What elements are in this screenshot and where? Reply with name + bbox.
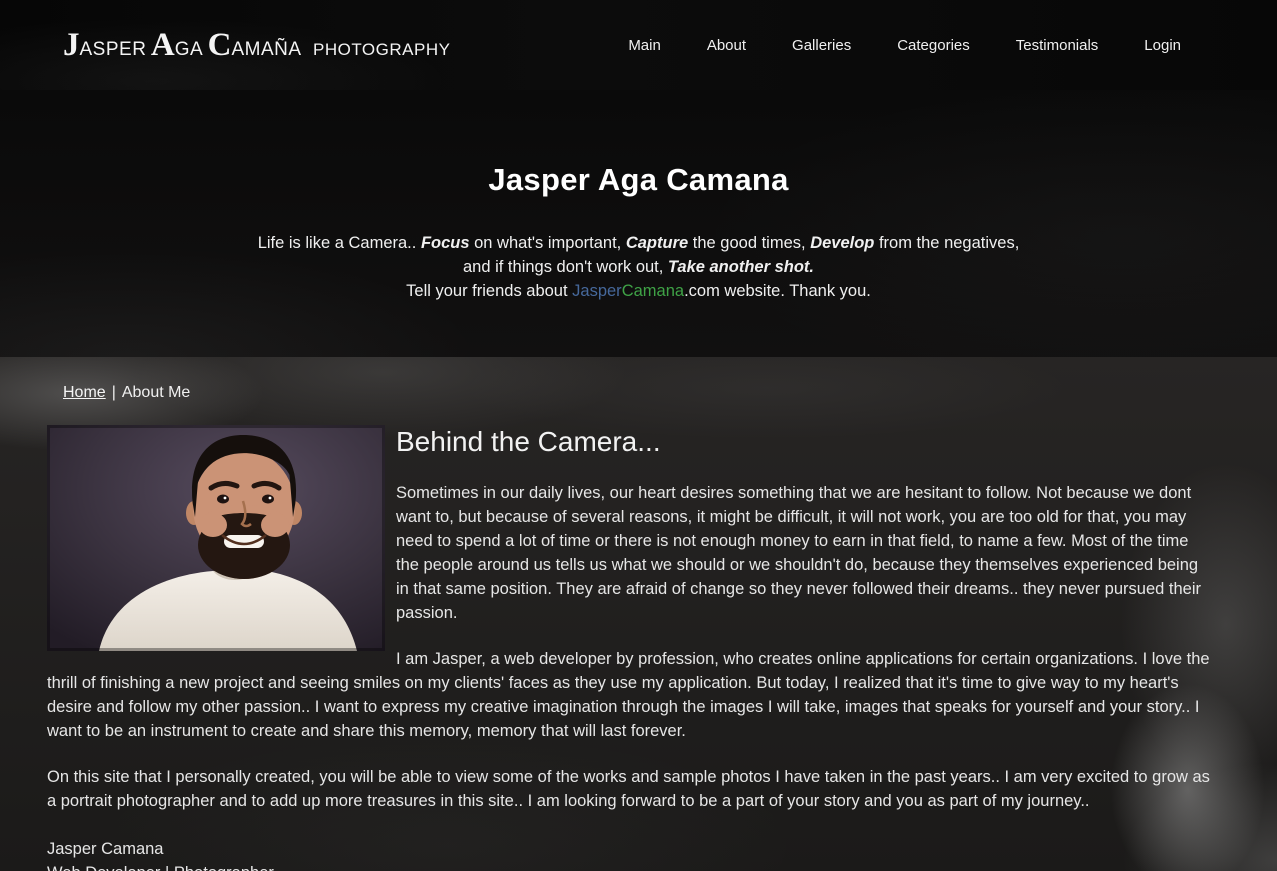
tagline-capture: Capture bbox=[626, 234, 688, 252]
nav-link-testimonials[interactable]: Testimonials bbox=[1016, 37, 1099, 54]
tagline-text: Life is like a Camera.. bbox=[258, 234, 421, 252]
nav-link-galleries[interactable]: Galleries bbox=[792, 37, 851, 54]
logo-initial-c: C bbox=[208, 27, 232, 63]
tagline-focus: Focus bbox=[421, 234, 470, 252]
logo-text-amana: AMAÑA bbox=[231, 39, 301, 60]
logo-text-asper: ASPER bbox=[80, 39, 147, 60]
site-link-jasper[interactable]: Jasper bbox=[572, 282, 622, 300]
share-text-prefix: Tell your friends about bbox=[406, 282, 572, 300]
portrait-photo bbox=[47, 425, 385, 651]
hero-section: Jasper Aga Camana Life is like a Camera.… bbox=[0, 90, 1277, 357]
hero-share-line: Tell your friends about JasperCamana.com… bbox=[0, 279, 1277, 303]
site-logo[interactable]: JASPER AGA CAMAÑA PHOTOGRAPHY bbox=[63, 27, 450, 64]
tagline-develop: Develop bbox=[810, 234, 874, 252]
about-paragraph-2: I am Jasper, a web developer by professi… bbox=[47, 647, 1211, 743]
breadcrumb: Home | About Me bbox=[0, 357, 1277, 403]
logo-initial-a: A bbox=[151, 27, 175, 63]
nav-link-about[interactable]: About bbox=[707, 37, 746, 54]
tagline-text: the good times, bbox=[688, 234, 810, 252]
signature-role: Web Developer | Photographer bbox=[47, 861, 1211, 871]
main-nav: Main About Galleries Categories Testimon… bbox=[628, 37, 1181, 54]
hero-tagline: Life is like a Camera.. Focus on what's … bbox=[256, 231, 1021, 279]
breadcrumb-home-link[interactable]: Home bbox=[63, 384, 106, 401]
nav-link-categories[interactable]: Categories bbox=[897, 37, 970, 54]
signature-name: Jasper Camana bbox=[47, 837, 1211, 861]
signature-block: Jasper Camana Web Developer | Photograph… bbox=[47, 837, 1211, 871]
share-text-suffix: .com website. Thank you. bbox=[684, 282, 871, 300]
tagline-text: on what's important, bbox=[470, 234, 626, 252]
hero-title: Jasper Aga Camana bbox=[0, 90, 1277, 198]
tagline-take-another-shot: Take another shot. bbox=[668, 258, 814, 276]
site-header: JASPER AGA CAMAÑA PHOTOGRAPHY Main About… bbox=[0, 0, 1277, 90]
page: JASPER AGA CAMAÑA PHOTOGRAPHY Main About… bbox=[0, 0, 1277, 871]
breadcrumb-separator: | bbox=[112, 384, 116, 401]
breadcrumb-current: About Me bbox=[122, 384, 190, 401]
nav-link-main[interactable]: Main bbox=[628, 37, 661, 54]
about-paragraph-3: On this site that I personally created, … bbox=[47, 765, 1211, 813]
nav-link-login[interactable]: Login bbox=[1144, 37, 1181, 54]
portrait-illustration bbox=[47, 425, 385, 651]
logo-text-ga: GA bbox=[175, 39, 203, 60]
about-section: Home | About Me bbox=[0, 357, 1277, 871]
logo-text-photography: PHOTOGRAPHY bbox=[313, 40, 450, 59]
about-article: Behind the Camera... Sometimes in our da… bbox=[47, 425, 1211, 871]
site-link-camana[interactable]: Camana bbox=[622, 282, 684, 300]
logo-initial-j: J bbox=[63, 27, 80, 63]
